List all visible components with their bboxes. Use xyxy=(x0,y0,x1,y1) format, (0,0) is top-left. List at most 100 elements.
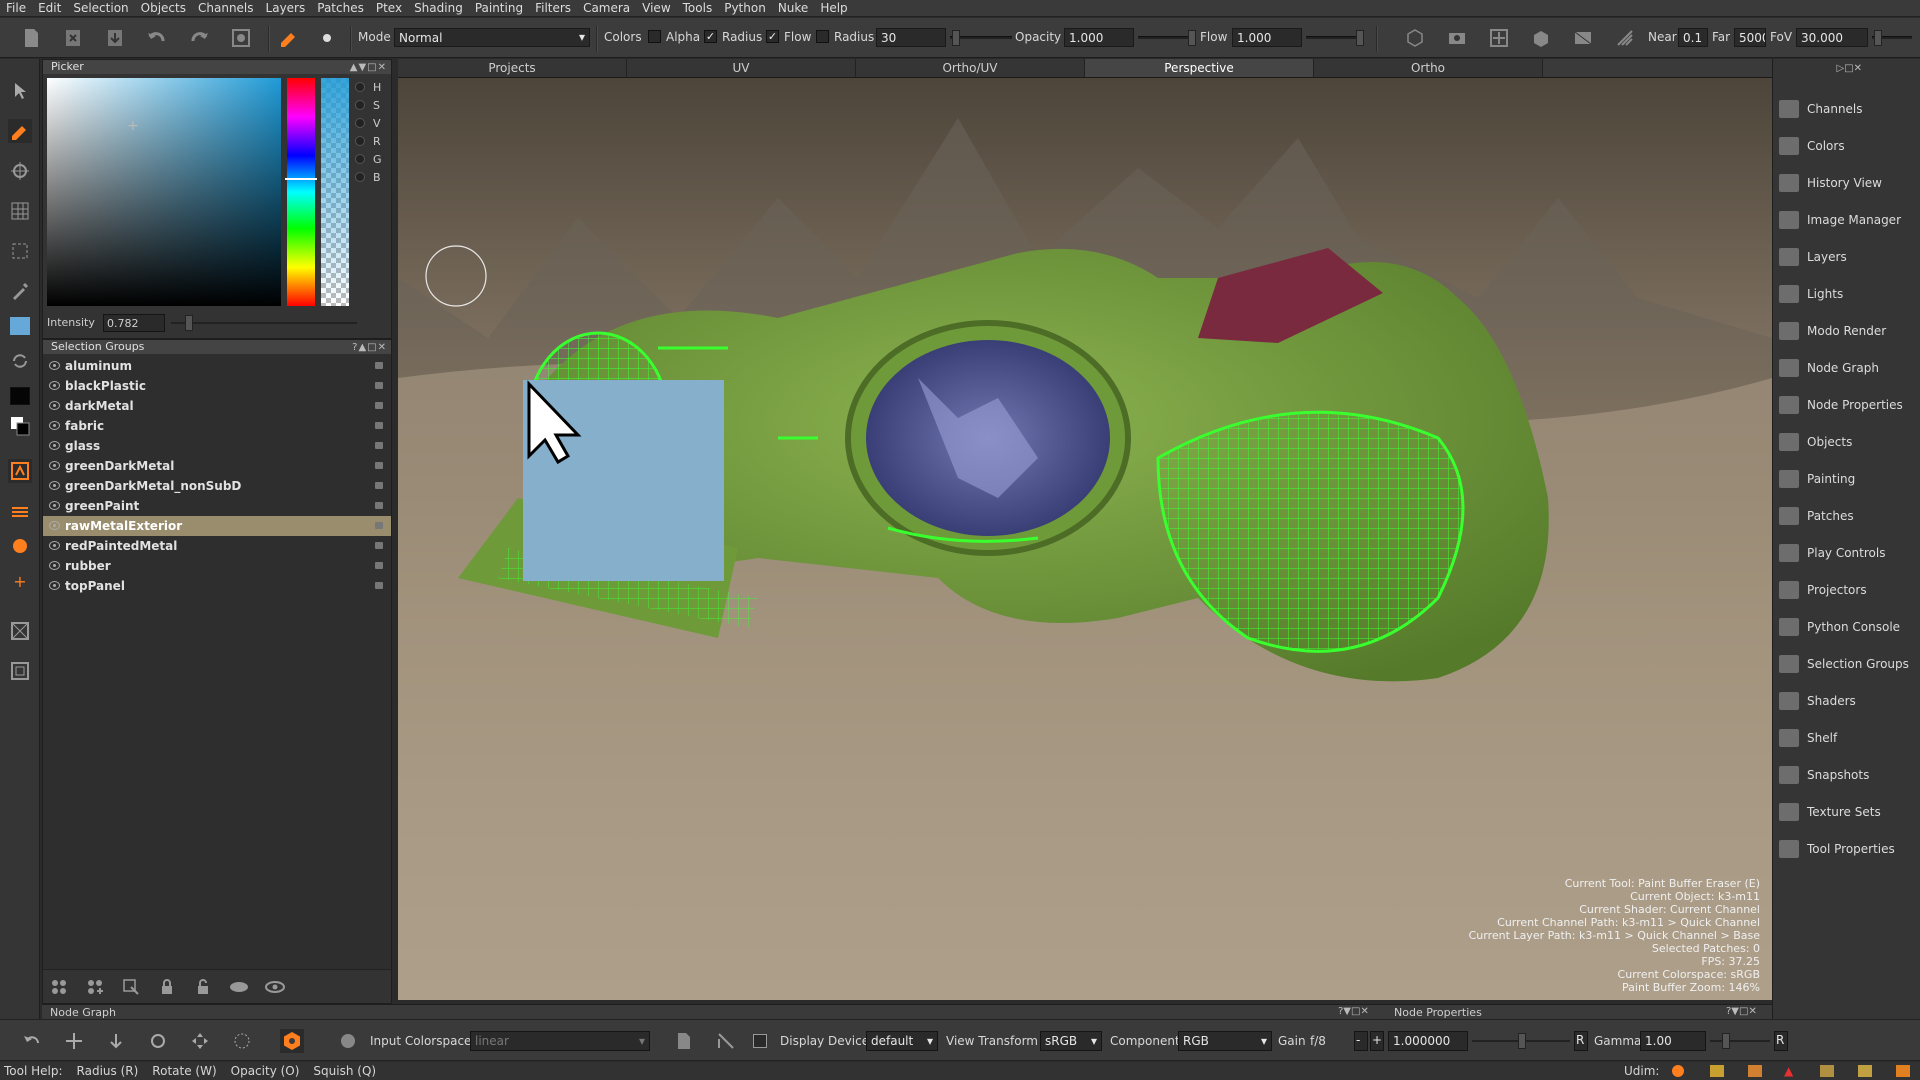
tab-uv[interactable]: UV xyxy=(627,59,856,77)
visibility-eye-icon[interactable] xyxy=(49,501,60,510)
list-item[interactable]: blackPlastic xyxy=(43,376,391,396)
eyedropper-icon[interactable] xyxy=(8,279,32,303)
add-group-icon[interactable] xyxy=(47,976,71,998)
saturation-value-field[interactable]: + xyxy=(47,78,281,306)
list-item[interactable]: darkMetal xyxy=(43,396,391,416)
undo-icon[interactable] xyxy=(144,25,170,51)
status-memory-icon[interactable] xyxy=(1858,1065,1872,1077)
radio-h[interactable]: H xyxy=(355,78,389,96)
lock-icon[interactable] xyxy=(375,422,383,429)
opacity-slider[interactable] xyxy=(1138,30,1196,46)
gain-slider[interactable] xyxy=(1472,1033,1570,1049)
alpha-checkbox[interactable] xyxy=(648,30,661,43)
lock-icon[interactable] xyxy=(375,482,383,489)
menu-python[interactable]: Python xyxy=(724,1,766,15)
menu-patches[interactable]: Patches xyxy=(317,1,364,15)
select-arrow-icon[interactable] xyxy=(8,79,32,103)
intensity-field[interactable]: 0.782 xyxy=(103,314,165,332)
frame-toggle-icon[interactable] xyxy=(8,659,32,683)
visibility-eye-icon[interactable] xyxy=(49,421,60,430)
shelf-item-texture-sets[interactable]: Texture Sets xyxy=(1779,800,1881,824)
shelf-controls-icon[interactable]: ▷□✕ xyxy=(1836,63,1862,74)
menu-filters[interactable]: Filters xyxy=(535,1,571,15)
history-icon[interactable] xyxy=(228,25,254,51)
tab-ortho[interactable]: Ortho xyxy=(1314,59,1543,77)
shelf-item-python-console[interactable]: Python Console xyxy=(1779,615,1900,639)
gain-increment-button[interactable]: + xyxy=(1370,1031,1384,1051)
new-file-icon[interactable] xyxy=(18,25,44,51)
visibility-eye-icon[interactable] xyxy=(49,461,60,470)
move-icon[interactable] xyxy=(188,1029,212,1053)
shelf-item-lights[interactable]: Lights xyxy=(1779,282,1843,306)
layers-tool-icon[interactable] xyxy=(8,499,32,523)
list-item[interactable]: glass xyxy=(43,436,391,456)
shelf-item-node-properties[interactable]: Node Properties xyxy=(1779,393,1903,417)
menu-objects[interactable]: Objects xyxy=(141,1,186,15)
colorspace-icon[interactable] xyxy=(336,1029,360,1053)
save-icon[interactable] xyxy=(102,25,128,51)
wire-toggle-icon[interactable] xyxy=(8,619,32,643)
foreground-color-swatch[interactable] xyxy=(8,314,32,338)
brush-tip-icon[interactable] xyxy=(314,25,340,51)
alpha-slider[interactable] xyxy=(321,78,349,306)
gamma-slider[interactable] xyxy=(1710,1033,1770,1049)
marquee-tool-icon[interactable] xyxy=(8,239,32,263)
lasso-icon[interactable] xyxy=(230,1029,254,1053)
grid-tool-icon[interactable] xyxy=(8,199,32,223)
warning-icon[interactable]: ▲ xyxy=(1784,1064,1793,1078)
shelf-item-node-graph[interactable]: Node Graph xyxy=(1779,356,1879,380)
menu-tools[interactable]: Tools xyxy=(683,1,713,15)
menu-file[interactable]: File xyxy=(6,1,26,15)
radius-field[interactable]: 30 xyxy=(876,28,946,47)
visibility-eye-icon[interactable] xyxy=(49,541,60,550)
radio-b[interactable]: B xyxy=(355,168,389,186)
opacity-field[interactable]: 1.000 xyxy=(1064,28,1134,47)
shelf-item-selection-groups[interactable]: Selection Groups xyxy=(1779,652,1909,676)
redo-icon[interactable] xyxy=(186,25,212,51)
tab-projects[interactable]: Projects xyxy=(398,59,627,77)
shelf-item-shaders[interactable]: Shaders xyxy=(1779,689,1856,713)
shelf-item-objects[interactable]: Objects xyxy=(1779,430,1852,454)
shelf-item-history-view[interactable]: History View xyxy=(1779,171,1882,195)
visibility-eye-icon[interactable] xyxy=(49,521,60,530)
projection-tool-icon[interactable] xyxy=(8,459,32,483)
hex-toggle-icon[interactable] xyxy=(280,1029,304,1053)
tab-perspective[interactable]: Perspective xyxy=(1085,59,1314,77)
list-item[interactable]: aluminum xyxy=(43,356,391,376)
flow-field[interactable]: 1.000 xyxy=(1232,28,1302,47)
far-field[interactable]: 5000 xyxy=(1734,28,1766,47)
transform-tool-icon[interactable] xyxy=(8,159,32,183)
node-properties-header[interactable]: Node Properties xyxy=(1394,1006,1482,1019)
pan-icon[interactable] xyxy=(62,1029,86,1053)
menu-camera[interactable]: Camera xyxy=(583,1,630,15)
gain-decrement-button[interactable]: - xyxy=(1354,1031,1368,1051)
visibility-eye-icon[interactable] xyxy=(49,381,60,390)
lock-icon[interactable] xyxy=(375,502,383,509)
menu-channels[interactable]: Channels xyxy=(198,1,254,15)
list-item[interactable]: topPanel xyxy=(43,576,391,596)
menu-ptex[interactable]: Ptex xyxy=(376,1,402,15)
gamma-field[interactable]: 1.00 xyxy=(1640,1031,1706,1051)
menu-help[interactable]: Help xyxy=(820,1,847,15)
gamma-reset-button[interactable]: R xyxy=(1774,1031,1788,1051)
menu-view[interactable]: View xyxy=(642,1,670,15)
paint-brush-tool-icon[interactable] xyxy=(8,119,32,143)
fov-slider[interactable] xyxy=(1872,30,1912,46)
frame-all-icon[interactable] xyxy=(1486,25,1512,51)
flow-checkbox[interactable]: ✓ xyxy=(766,30,779,43)
shelf-item-tool-properties[interactable]: Tool Properties xyxy=(1779,837,1895,861)
visibility-eye-icon[interactable] xyxy=(49,561,60,570)
rotate-icon[interactable] xyxy=(146,1029,170,1053)
lock-icon[interactable] xyxy=(375,542,383,549)
radio-v[interactable]: V xyxy=(355,114,389,132)
shelf-item-play-controls[interactable]: Play Controls xyxy=(1779,541,1885,565)
menu-selection[interactable]: Selection xyxy=(73,1,128,15)
visibility-eye-icon[interactable] xyxy=(49,361,60,370)
status-render-icon[interactable] xyxy=(1748,1065,1762,1077)
radio-r[interactable]: R xyxy=(355,132,389,150)
pick-icon[interactable] xyxy=(714,1029,738,1053)
undo-view-icon[interactable] xyxy=(20,1029,44,1053)
node-properties-controls-icon[interactable]: ?▼□✕ xyxy=(1726,1006,1757,1017)
display-device-select[interactable]: default ▾ xyxy=(866,1031,938,1051)
down-arrow-icon[interactable] xyxy=(104,1029,128,1053)
